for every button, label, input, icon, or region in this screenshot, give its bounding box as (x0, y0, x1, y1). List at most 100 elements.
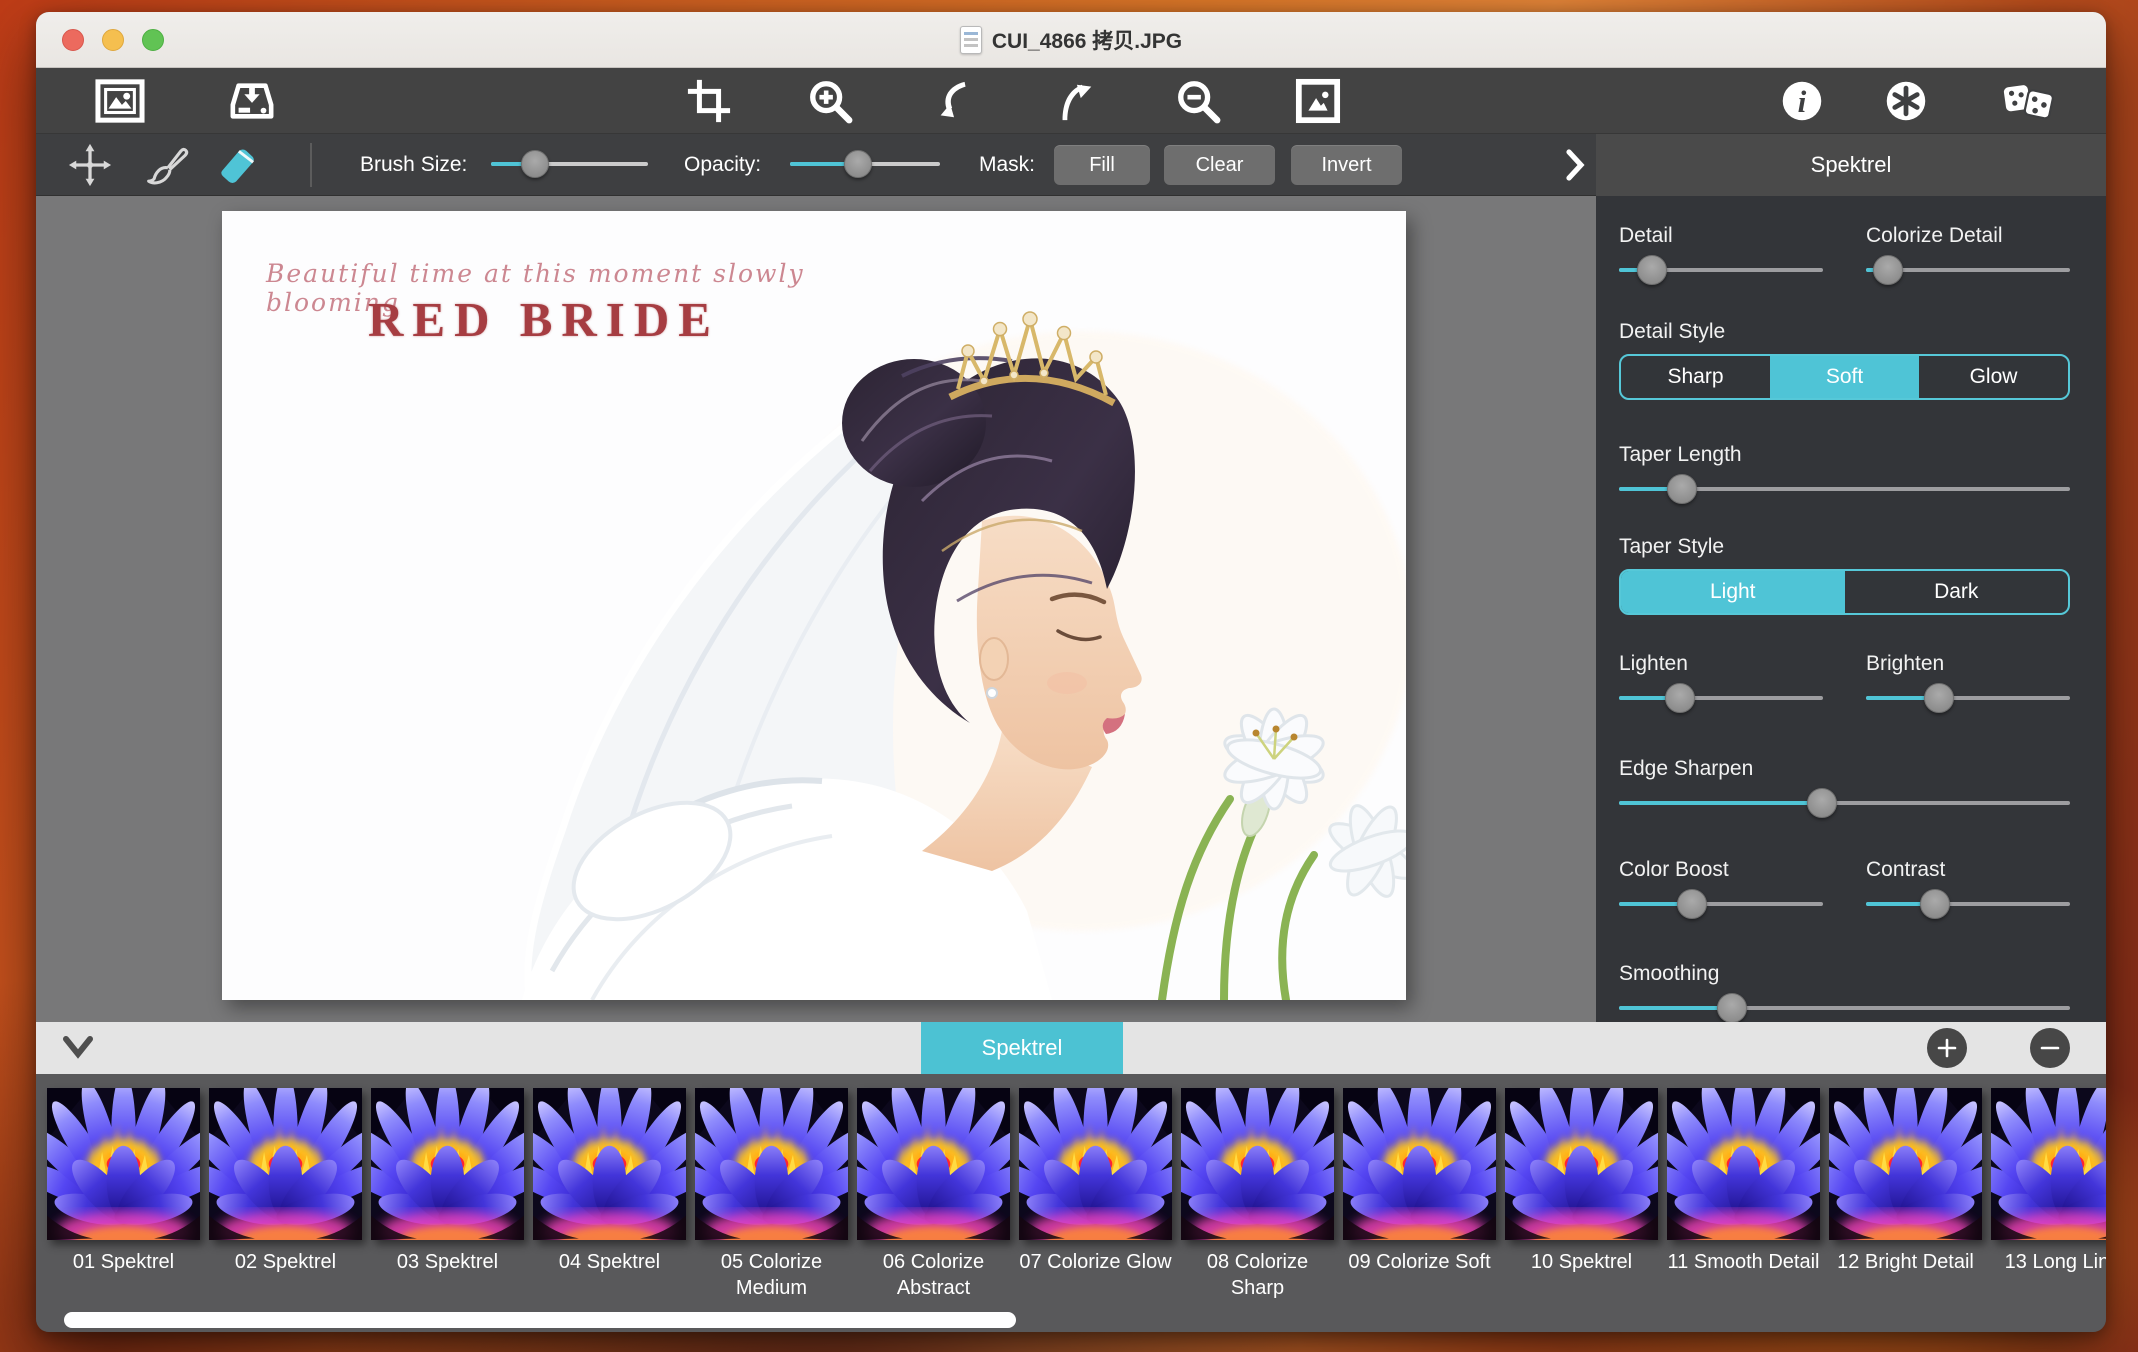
opacity-slider[interactable] (790, 148, 940, 180)
document-icon (960, 26, 982, 54)
preset-label: 05 Colorize Medium (695, 1249, 848, 1301)
slider-track[interactable] (1619, 902, 1823, 906)
edge-sharpen-slider[interactable] (1619, 787, 2070, 819)
detail-style-sharp[interactable]: Sharp (1621, 356, 1770, 398)
settings-icon[interactable] (1880, 75, 1932, 127)
preset-thumbnail[interactable] (1991, 1088, 2106, 1240)
spektrel-settings-panel: Detail Colorize Detail (1596, 196, 2106, 1022)
mask-clear-button[interactable]: Clear (1164, 145, 1275, 185)
slider-track[interactable] (1866, 696, 2070, 700)
slider-track[interactable] (491, 162, 648, 166)
preset-thumbnail[interactable] (1343, 1088, 1496, 1240)
tool-options-bar: Brush Size: Opacity: Mask: Fill Clear In… (36, 134, 2106, 196)
chevron-right-icon[interactable] (1560, 148, 1590, 182)
preset-thumbnail[interactable] (1181, 1088, 1334, 1240)
remove-preset-button[interactable] (2030, 1028, 2070, 1068)
mask-fill-button[interactable]: Fill (1054, 145, 1150, 185)
brighten-slider[interactable] (1866, 682, 2070, 714)
slider-thumb[interactable] (1920, 889, 1950, 919)
colorize-detail-slider[interactable] (1866, 254, 2070, 286)
preset-thumbnail[interactable] (1829, 1088, 1982, 1240)
randomize-dice-icon[interactable] (2003, 75, 2055, 127)
preset-thumbnail[interactable] (209, 1088, 362, 1240)
contrast-slider[interactable] (1866, 888, 2070, 920)
preset-item[interactable]: 10 Spektrel (1505, 1088, 1658, 1301)
slider-thumb[interactable] (1717, 993, 1747, 1023)
mask-invert-button[interactable]: Invert (1291, 145, 1402, 185)
presets-strip: 01 Spektrel 02 Spektrel 03 Spektrel 04 S… (36, 1074, 2106, 1332)
brush-tool-icon[interactable] (143, 141, 191, 189)
slider-track[interactable] (1619, 696, 1823, 700)
panel-title: Spektrel (1596, 134, 2106, 196)
contrast-label: Contrast (1866, 858, 2070, 884)
slider-thumb[interactable] (1873, 255, 1903, 285)
preset-tab-spektrel[interactable]: Spektrel (921, 1022, 1123, 1074)
photo-canvas[interactable]: Beautiful time at this moment slowly blo… (222, 211, 1406, 1000)
preset-item[interactable]: 05 Colorize Medium (695, 1088, 848, 1301)
horizontal-scrollbar[interactable] (64, 1312, 1016, 1328)
preset-thumbnail[interactable] (1505, 1088, 1658, 1240)
slider-thumb[interactable] (1924, 683, 1954, 713)
preset-label: 11 Smooth Detail (1667, 1249, 1820, 1275)
detail-label: Detail (1619, 224, 1823, 250)
color-boost-slider[interactable] (1619, 888, 1823, 920)
slider-track[interactable] (1619, 1006, 2070, 1010)
preset-item[interactable]: 02 Spektrel (209, 1088, 362, 1301)
slider-thumb[interactable] (1665, 683, 1695, 713)
lighten-slider[interactable] (1619, 682, 1823, 714)
preset-thumbnail[interactable] (1667, 1088, 1820, 1240)
preset-item[interactable]: 04 Spektrel (533, 1088, 686, 1301)
taper-style-light[interactable]: Light (1621, 571, 1845, 613)
taper-style-dark[interactable]: Dark (1845, 571, 2069, 613)
slider-thumb[interactable] (1667, 474, 1697, 504)
open-image-icon[interactable] (94, 75, 146, 127)
detail-style-soft[interactable]: Soft (1770, 356, 1919, 398)
svg-text:i: i (1798, 84, 1807, 119)
preset-item[interactable]: 07 Colorize Glow (1019, 1088, 1172, 1301)
original-image-icon[interactable] (1292, 75, 1344, 127)
preset-item[interactable]: 01 Spektrel (47, 1088, 200, 1301)
add-preset-button[interactable] (1927, 1028, 1967, 1068)
redo-icon[interactable] (1049, 75, 1101, 127)
brush-size-slider[interactable] (491, 148, 648, 180)
preset-thumbnail[interactable] (695, 1088, 848, 1240)
slider-track[interactable] (1866, 902, 2070, 906)
export-icon[interactable] (226, 75, 278, 127)
chevron-down-icon[interactable] (62, 1034, 94, 1065)
preset-thumbnail[interactable] (1019, 1088, 1172, 1240)
preset-tab-bar: Spektrel (36, 1022, 2106, 1074)
preset-thumbnail[interactable] (857, 1088, 1010, 1240)
preset-item[interactable]: 13 Long Lines (1991, 1088, 2106, 1301)
move-tool-icon[interactable] (66, 141, 114, 189)
info-icon[interactable]: i (1776, 75, 1828, 127)
preset-item[interactable]: 09 Colorize Soft (1343, 1088, 1496, 1301)
preset-thumbnail[interactable] (533, 1088, 686, 1240)
detail-slider[interactable] (1619, 254, 1823, 286)
preset-thumbnail[interactable] (371, 1088, 524, 1240)
slider-thumb[interactable] (1637, 255, 1667, 285)
preset-thumbnail[interactable] (47, 1088, 200, 1240)
detail-style-glow[interactable]: Glow (1919, 356, 2068, 398)
zoom-in-icon[interactable] (804, 75, 856, 127)
color-boost-label: Color Boost (1619, 858, 1823, 884)
taper-length-label: Taper Length (1619, 443, 2070, 469)
slider-thumb[interactable] (521, 150, 549, 178)
detail-style-segmented: Sharp Soft Glow (1619, 354, 2070, 400)
undo-icon[interactable] (929, 75, 981, 127)
preset-item[interactable]: 08 Colorize Sharp (1181, 1088, 1334, 1301)
crop-icon[interactable] (683, 75, 735, 127)
slider-thumb[interactable] (1807, 788, 1837, 818)
preset-item[interactable]: 11 Smooth Detail (1667, 1088, 1820, 1301)
preset-item[interactable]: 06 Colorize Abstract (857, 1088, 1010, 1301)
eraser-tool-icon[interactable] (213, 141, 261, 189)
taper-length-slider[interactable] (1619, 473, 2070, 505)
slider-track[interactable] (1619, 801, 2070, 805)
main-toolbar: i (36, 68, 2106, 134)
zoom-out-icon[interactable] (1172, 75, 1224, 127)
smoothing-slider[interactable] (1619, 992, 2070, 1024)
preset-item[interactable]: 03 Spektrel (371, 1088, 524, 1301)
slider-thumb[interactable] (1677, 889, 1707, 919)
slider-thumb[interactable] (844, 150, 872, 178)
preset-item[interactable]: 12 Bright Detail (1829, 1088, 1982, 1301)
taper-style-label: Taper Style (1619, 535, 2070, 561)
